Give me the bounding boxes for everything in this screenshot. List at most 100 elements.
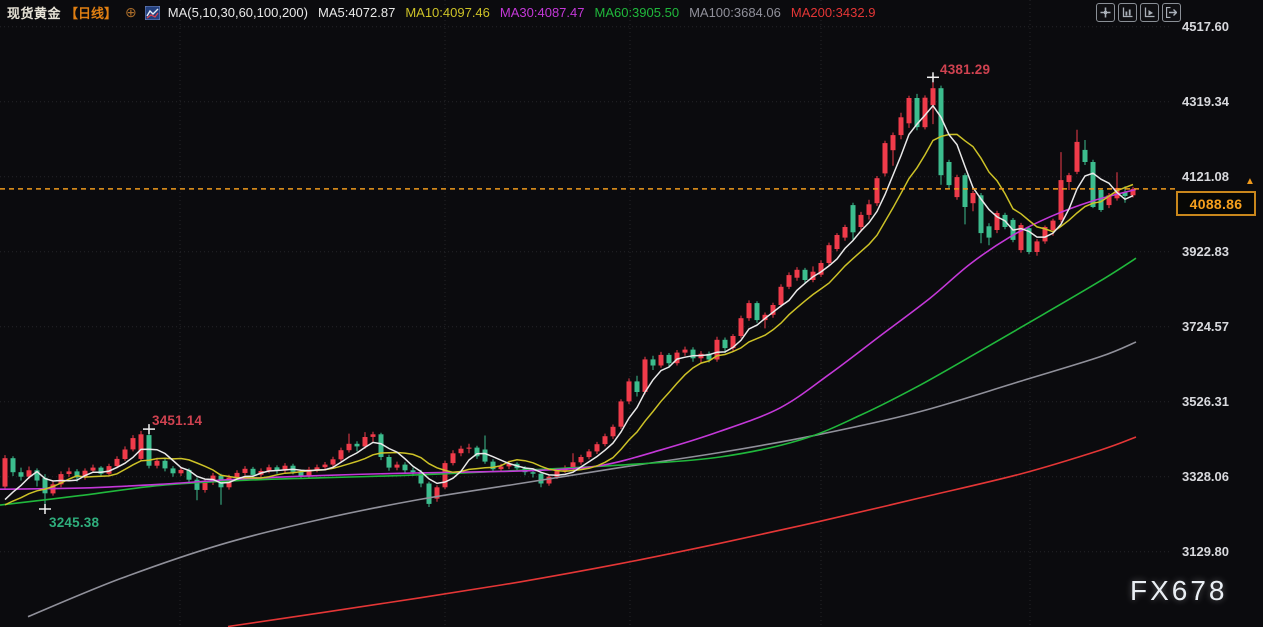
candle-body — [907, 98, 912, 123]
ma-legend-item: MA30:4087.47 — [500, 5, 585, 20]
candlestick-chart-canvas[interactable] — [0, 0, 1263, 627]
candle-body — [1035, 241, 1040, 252]
candle-body — [243, 469, 248, 473]
candle-body — [467, 448, 472, 449]
chart-axis-bars-icon[interactable] — [1118, 3, 1137, 22]
ma-legend-item: MA200:3432.9 — [791, 5, 876, 20]
candle-body — [339, 450, 344, 459]
candle-body — [635, 381, 640, 392]
candle-body — [539, 474, 544, 484]
candle-body — [499, 467, 504, 470]
candle-body — [1067, 175, 1072, 182]
price-axis-label: 3328.06 — [1182, 469, 1229, 484]
candle-body — [947, 162, 952, 185]
add-indicator-icon[interactable]: ⊕ — [125, 6, 137, 19]
candle-body — [459, 449, 464, 454]
candle-body — [43, 478, 48, 494]
chart-toolbar — [1096, 3, 1181, 22]
price-axis-label: 4121.08 — [1182, 169, 1229, 184]
ma-legend-item: MA5:4072.87 — [318, 5, 395, 20]
candle-body — [123, 450, 128, 460]
candle-body — [619, 401, 624, 426]
candle-body — [171, 468, 176, 473]
candle-body — [683, 350, 688, 353]
candle-body — [203, 482, 208, 490]
candle-body — [835, 235, 840, 249]
candle-body — [851, 205, 856, 232]
candle-body — [363, 437, 368, 447]
candle-body — [91, 468, 96, 471]
candle-body — [323, 465, 328, 468]
price-up-arrow-icon: ▲ — [1245, 177, 1255, 187]
candle-body — [803, 270, 808, 280]
candle-body — [883, 143, 888, 173]
ma-legend: MA(5,10,30,60,100,200)MA5:4072.87MA10:40… — [168, 5, 876, 20]
candle-body — [579, 457, 584, 462]
price-axis-label: 3922.83 — [1182, 244, 1229, 259]
candle-body — [547, 477, 552, 484]
candle-body — [603, 436, 608, 444]
candle-body — [347, 444, 352, 450]
chart-axis-play-icon[interactable] — [1140, 3, 1159, 22]
candle-body — [971, 193, 976, 203]
candle-body — [19, 472, 24, 477]
ma100-line — [28, 342, 1136, 617]
ma-legend-item: MA100:3684.06 — [689, 5, 781, 20]
candle-body — [403, 465, 408, 471]
candle-body — [595, 444, 600, 451]
candle-body — [1075, 142, 1080, 172]
candle-body — [443, 463, 448, 487]
timeframe-label: 【日线】 — [65, 3, 117, 22]
candle-body — [691, 350, 696, 359]
candle-body — [859, 215, 864, 227]
crosshair-move-icon[interactable] — [1096, 3, 1115, 22]
ma-legend-item: MA60:3905.50 — [594, 5, 679, 20]
candle-body — [1059, 180, 1064, 220]
pop-out-arrow-icon[interactable] — [1162, 3, 1181, 22]
extreme-cross-marker — [927, 72, 939, 82]
candle-body — [571, 462, 576, 467]
candle-body — [779, 287, 784, 305]
candle-body — [787, 275, 792, 287]
ma-legend-item: MA10:4097.46 — [405, 5, 490, 20]
candle-body — [11, 458, 16, 472]
candle-body — [147, 435, 152, 466]
candle-body — [739, 318, 744, 336]
candle-body — [827, 245, 832, 263]
candle-body — [659, 355, 664, 366]
candle-body — [427, 484, 432, 504]
candle-body — [251, 469, 256, 475]
candle-body — [179, 470, 184, 473]
candle-body — [531, 472, 536, 474]
last-price-value: 4088.86 — [1190, 196, 1243, 212]
candle-body — [155, 461, 160, 466]
instrument-title: 现货黄金 — [7, 3, 61, 22]
candle-body — [651, 359, 656, 365]
candle-body — [611, 427, 616, 437]
chart-window: 现货黄金 【日线】 ⊕ MA(5,10,30,60,100,200)MA5:40… — [0, 0, 1263, 627]
candle-body — [643, 359, 648, 392]
extreme-price-label: 3451.14 — [152, 413, 202, 428]
chart-header: 现货黄金 【日线】 ⊕ MA(5,10,30,60,100,200)MA5:40… — [7, 3, 875, 22]
ma5-line — [5, 106, 1133, 500]
last-price-tag: 4088.86 — [1176, 191, 1256, 216]
candle-body — [843, 227, 848, 238]
candle-body — [387, 457, 392, 468]
candle-body — [891, 135, 896, 150]
candle-body — [955, 177, 960, 197]
candle-body — [627, 381, 632, 401]
candle-body — [931, 88, 936, 105]
candle-body — [115, 459, 120, 466]
candle-body — [131, 438, 136, 449]
candle-body — [163, 461, 168, 469]
candle-body — [587, 451, 592, 457]
chart-type-icon — [145, 6, 160, 20]
candle-body — [667, 355, 672, 363]
extreme-price-label: 3245.38 — [49, 515, 99, 530]
candle-body — [331, 459, 336, 464]
candle-body — [795, 270, 800, 278]
candle-body — [1051, 221, 1056, 231]
candle-body — [67, 471, 72, 474]
candle-body — [939, 88, 944, 175]
candle-body — [451, 453, 456, 463]
